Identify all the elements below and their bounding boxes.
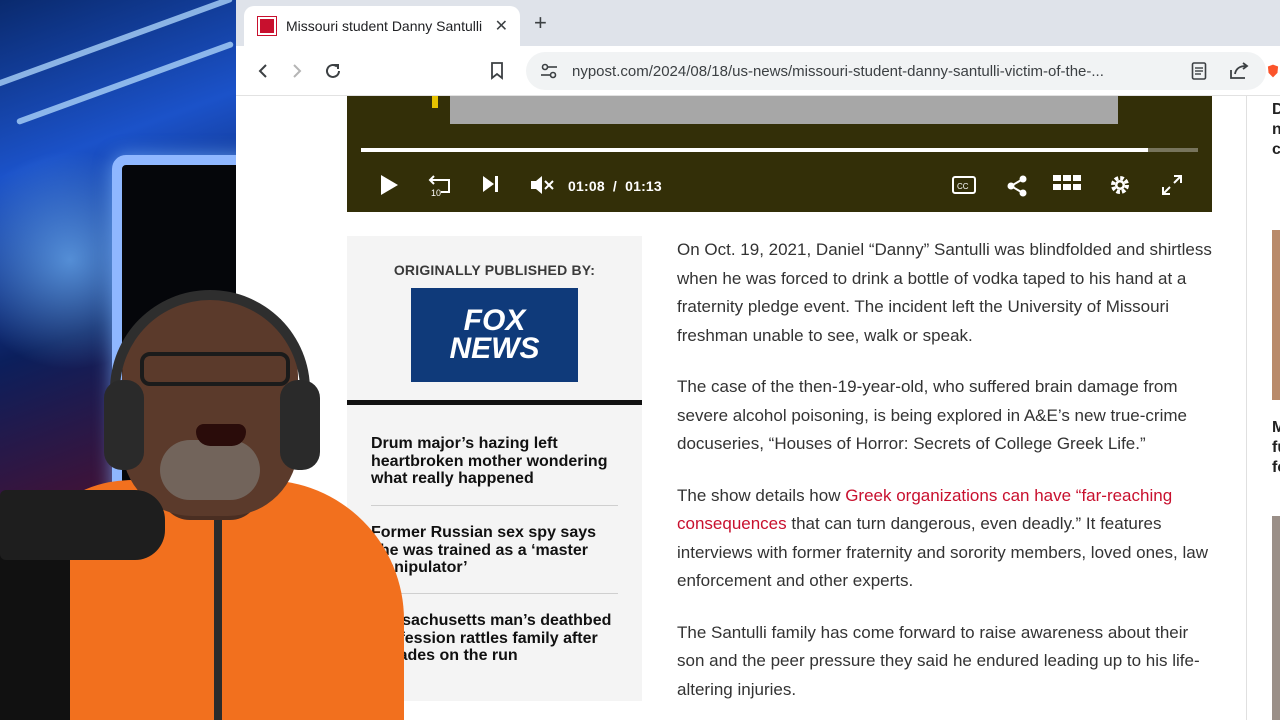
share-page-button[interactable]: [1226, 58, 1252, 84]
rail-thumbnail[interactable]: [1272, 516, 1280, 720]
more-videos-button[interactable]: [1053, 174, 1081, 201]
share-nodes-icon: [1007, 175, 1027, 197]
rail-headline-line: c: [1272, 141, 1280, 158]
paragraph-text: The show details how: [677, 485, 846, 505]
muted-speaker-icon: [531, 176, 554, 194]
settings-button[interactable]: [1109, 174, 1131, 201]
back-button[interactable]: [250, 58, 276, 84]
mute-button[interactable]: [529, 174, 555, 201]
duration: 01:13: [625, 178, 662, 194]
fox-news-logo-text: FOX NEWS: [449, 304, 540, 365]
grid-icon: [1053, 175, 1081, 190]
mouth: [196, 424, 246, 446]
rewind-10-button[interactable]: 10: [427, 174, 453, 203]
right-rail-divider: [1246, 96, 1247, 720]
article-paragraph: The show details how Greek organizations…: [677, 482, 1217, 596]
rail-headline-line: fu: [1272, 439, 1280, 456]
related-story-link[interactable]: Former Russian sex spy says she was trai…: [371, 524, 621, 577]
shirt-zipper: [214, 490, 222, 720]
skip-next-icon: [483, 176, 498, 192]
video-progress-bar[interactable]: [361, 148, 1198, 152]
originally-published-label: ORIGINALLY PUBLISHED BY:: [393, 262, 596, 278]
headphone-cup-right: [280, 380, 320, 470]
captions-button[interactable]: CC: [951, 174, 977, 201]
fullscreen-icon: [1162, 175, 1182, 195]
reader-mode-icon: [1191, 62, 1207, 80]
streamer-webcam-overlay: [0, 290, 404, 720]
gear-icon: [1111, 176, 1129, 194]
tab-title: Missouri student Danny Santulli: [286, 18, 483, 34]
next-button[interactable]: [481, 174, 501, 199]
closed-captions-icon: CC: [952, 176, 976, 194]
article-paragraph: The case of the then-19-year-old, who su…: [677, 377, 1187, 453]
video-frame-image: [450, 96, 1118, 124]
svg-text:CC: CC: [957, 182, 969, 191]
related-story-link[interactable]: Drum major’s hazing left heartbroken mot…: [371, 435, 621, 488]
share-icon: [1230, 62, 1249, 79]
play-icon: [381, 175, 398, 195]
overlay-streak: [0, 0, 234, 91]
forward-button[interactable]: [284, 58, 310, 84]
rail-headline[interactable]: D n c: [1272, 100, 1280, 160]
site-settings-icon[interactable]: [540, 63, 558, 79]
microphone-arm: [0, 540, 70, 720]
fullscreen-button[interactable]: [1161, 174, 1183, 201]
brave-lion-icon: [1267, 64, 1279, 78]
article-paragraph: On Oct. 19, 2021, Daniel “Danny” Santull…: [677, 240, 1212, 345]
close-tab-icon[interactable]: ✕: [495, 16, 508, 36]
video-player[interactable]: 10 01:08 / 01:13 CC: [347, 96, 1212, 212]
browser-tab[interactable]: Missouri student Danny Santulli ✕: [244, 6, 520, 46]
current-time: 01:08: [568, 178, 605, 194]
share-video-button[interactable]: [1005, 174, 1029, 203]
browser-toolbar: nypost.com/2024/08/18/us-news/missouri-s…: [236, 46, 1280, 96]
rewind-10-icon: 10: [428, 175, 450, 198]
rail-headline[interactable]: M fu fe: [1272, 418, 1280, 478]
video-frame-detail: [432, 96, 438, 108]
beard: [160, 440, 260, 500]
headphone-cup-left: [104, 380, 144, 470]
new-tab-button[interactable]: +: [534, 10, 547, 36]
related-divider: [371, 593, 618, 594]
url-text: nypost.com/2024/08/18/us-news/missouri-s…: [572, 62, 1104, 80]
rail-thumbnail[interactable]: [1272, 230, 1280, 400]
reload-icon: [326, 63, 340, 78]
address-bar[interactable]: nypost.com/2024/08/18/us-news/missouri-s…: [526, 52, 1266, 90]
brave-shields-button[interactable]: [1266, 58, 1280, 84]
rail-headline-line: D: [1272, 101, 1280, 118]
bookmark-icon: [491, 62, 503, 80]
reload-button[interactable]: [320, 58, 346, 84]
rail-headline-line: n: [1272, 121, 1280, 138]
svg-text:10: 10: [431, 188, 441, 198]
video-progress-fill: [361, 148, 1148, 152]
related-divider: [371, 505, 618, 506]
rail-headline-line: M: [1272, 419, 1280, 436]
reader-mode-button[interactable]: [1186, 58, 1212, 84]
forward-arrow-icon: [293, 64, 302, 78]
video-time: 01:08 / 01:13: [568, 178, 662, 194]
microphone: [0, 490, 165, 560]
bookmark-button[interactable]: [484, 58, 510, 84]
time-separator: /: [612, 178, 617, 194]
related-story-link[interactable]: Massachusetts man’s deathbed confession …: [371, 612, 621, 665]
tab-strip: Missouri student Danny Santulli ✕ +: [236, 0, 1280, 46]
play-button[interactable]: [379, 174, 399, 201]
fox-news-logo[interactable]: FOX NEWS: [411, 288, 578, 382]
article-body: On Oct. 19, 2021, Daniel “Danny” Santull…: [677, 236, 1217, 720]
rail-headline-line: fe: [1272, 459, 1280, 476]
article-paragraph: The Santulli family has come forward to …: [677, 622, 1200, 699]
overlay-streak: [15, 40, 235, 126]
back-arrow-icon: [258, 64, 267, 78]
nypost-favicon-icon: [257, 16, 277, 36]
